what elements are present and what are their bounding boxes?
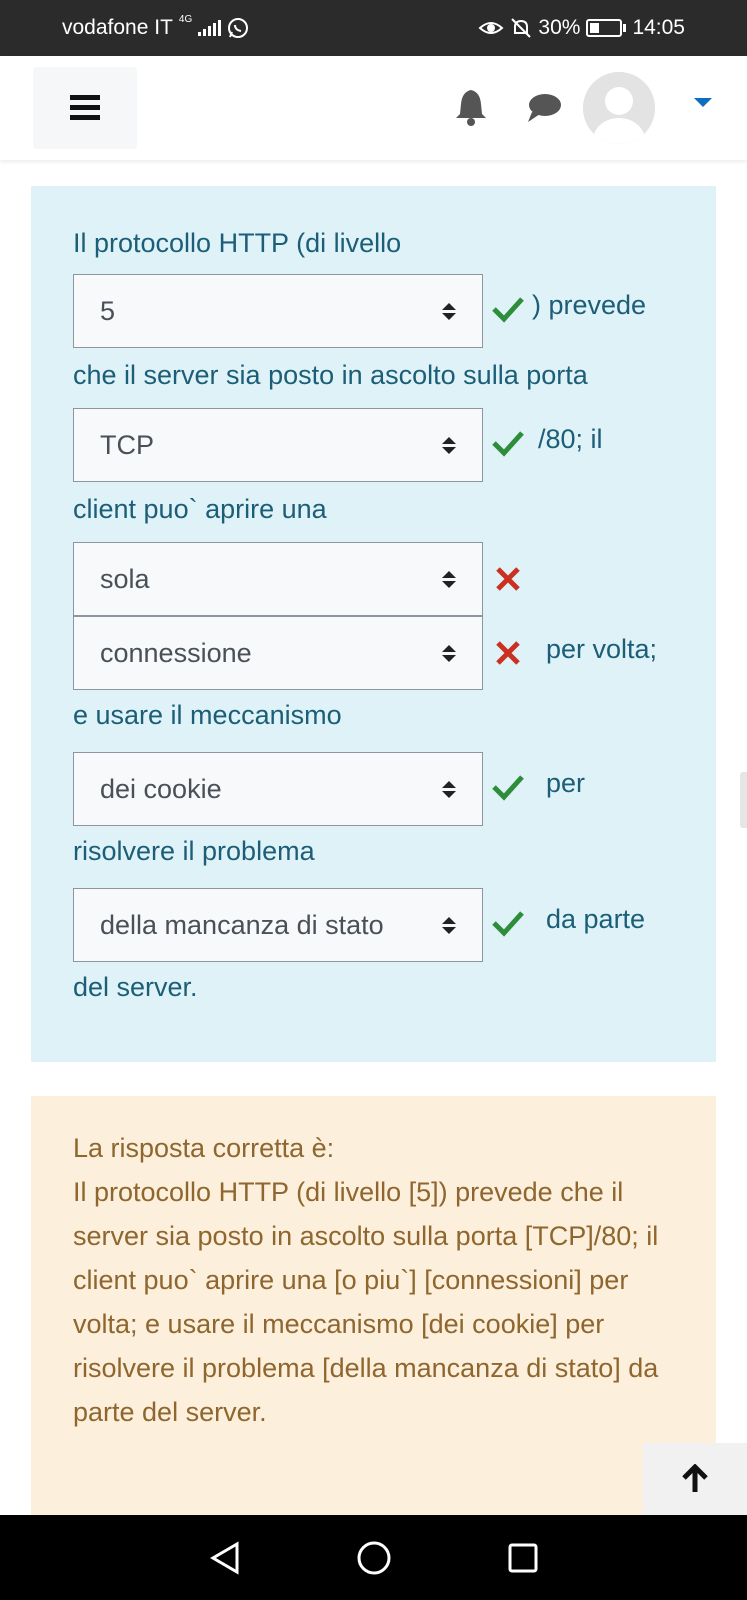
network-type: 4G xyxy=(178,14,193,25)
cross-icon xyxy=(496,567,520,591)
app-header xyxy=(0,56,747,160)
hamburger-icon xyxy=(70,95,100,120)
nav-home-button[interactable] xyxy=(344,1528,404,1588)
mute-bell-icon xyxy=(511,18,532,38)
check-icon xyxy=(492,431,524,457)
whatsapp-icon xyxy=(228,18,249,38)
back-to-top-button[interactable] xyxy=(643,1443,747,1515)
answer-select-2[interactable]: TCP xyxy=(73,408,483,482)
answer-select-4[interactable]: connessione xyxy=(73,616,483,690)
select-value: sola xyxy=(100,563,150,594)
chat-icon[interactable] xyxy=(526,92,562,124)
updown-icon xyxy=(442,644,456,662)
question-text-2: che il server sia posto in ascolto sulla… xyxy=(73,360,588,390)
feedback-body: Il protocollo HTTP (di livello [5]) prev… xyxy=(73,1177,659,1427)
recents-square-icon xyxy=(508,1543,537,1572)
question-text-5: risolvere il problema xyxy=(73,836,315,866)
clock: 14:05 xyxy=(632,16,685,39)
updown-icon xyxy=(442,436,456,454)
signal-icon xyxy=(198,20,222,36)
feedback-heading: La risposta corretta è: xyxy=(73,1133,335,1163)
eye-comfort-icon xyxy=(478,22,504,34)
home-circle-icon xyxy=(357,1541,390,1574)
battery-icon xyxy=(586,19,627,37)
question-text-after-4: per volta; xyxy=(546,634,658,664)
updown-icon xyxy=(442,570,456,588)
question-text-after-2: /80; il xyxy=(538,424,603,454)
avatar-silhouette-icon xyxy=(583,72,655,144)
question-panel: Il protocollo HTTP (di livello 5 ) preve… xyxy=(31,186,716,1062)
question-text-1: Il protocollo HTTP (di livello xyxy=(73,228,402,258)
select-value: connessione xyxy=(100,637,252,668)
nav-back-button[interactable] xyxy=(195,1528,255,1588)
nav-bar xyxy=(0,1515,747,1600)
battery-percent: 30% xyxy=(538,16,581,39)
question-text-after-1: ) prevede xyxy=(532,290,647,320)
answer-select-3[interactable]: sola xyxy=(73,542,483,616)
user-avatar[interactable] xyxy=(583,72,655,144)
caret-down-icon[interactable] xyxy=(694,98,712,107)
status-left: vodafone IT 4G xyxy=(62,14,249,40)
updown-icon xyxy=(442,780,456,798)
feedback-panel: La risposta corretta è: Il protocollo HT… xyxy=(31,1096,716,1516)
question-text-3: client puo` aprire una xyxy=(73,494,327,524)
check-icon xyxy=(492,775,524,801)
nav-recents-button[interactable] xyxy=(493,1528,553,1588)
select-value: dei cookie xyxy=(100,773,222,804)
menu-button[interactable] xyxy=(33,67,137,149)
question-text-after-5: per xyxy=(546,768,586,798)
status-bar: vodafone IT 4G 30% 14:05 xyxy=(0,0,747,56)
cross-icon xyxy=(496,641,520,665)
carrier-name: vodafone IT xyxy=(62,16,173,39)
select-value: TCP xyxy=(100,429,154,460)
check-icon xyxy=(492,911,524,937)
question-text-after-6: da parte xyxy=(546,904,646,934)
question-text-4: e usare il meccanismo xyxy=(73,700,342,730)
updown-icon xyxy=(442,916,456,934)
answer-select-5[interactable]: dei cookie xyxy=(73,752,483,826)
status-right: 30% 14:05 xyxy=(478,16,685,40)
select-value: 5 xyxy=(100,295,116,326)
back-triangle-icon xyxy=(209,1540,238,1575)
select-value: della mancanza di stato xyxy=(100,909,384,940)
updown-icon xyxy=(442,302,456,320)
bell-icon[interactable] xyxy=(454,88,488,126)
answer-select-1[interactable]: 5 xyxy=(73,274,483,348)
arrow-up-icon xyxy=(682,1464,708,1492)
scroll-handle[interactable] xyxy=(740,772,747,828)
answer-select-6[interactable]: della mancanza di stato xyxy=(73,888,483,962)
question-text-6: del server. xyxy=(73,972,198,1002)
check-icon xyxy=(492,297,524,323)
